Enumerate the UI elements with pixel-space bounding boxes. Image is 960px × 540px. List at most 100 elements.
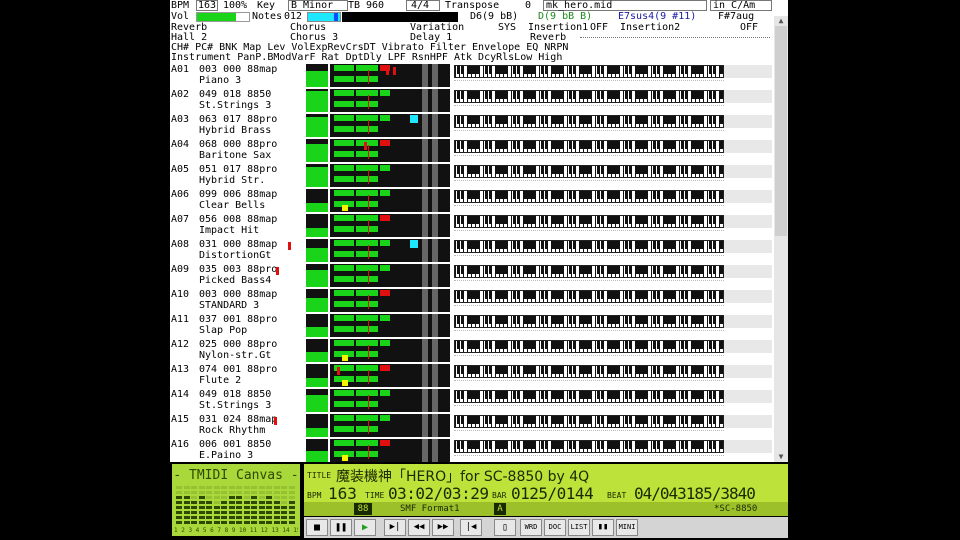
channel-row[interactable]: A02 049 018 8850 St.Strings 3: [170, 88, 788, 113]
level-meter: [306, 214, 328, 237]
keyboard-display: [454, 290, 724, 303]
channel-row[interactable]: A04 068 000 88pro Baritone Sax: [170, 138, 788, 163]
play-button[interactable]: ▶: [354, 519, 376, 536]
canvas-level-segment: [183, 501, 190, 504]
prev-button[interactable]: |◀: [460, 519, 482, 536]
master-volume-meter: [196, 12, 250, 22]
vertical-scrollbar[interactable]: ▲ ▼: [774, 16, 788, 462]
instrument-name: Piano 3: [199, 75, 242, 86]
instrument-name: Baritone Sax: [199, 150, 272, 161]
canvas-level-segment: [273, 501, 280, 504]
doc-button[interactable]: DOC: [544, 519, 566, 536]
next-button[interactable]: ▶|: [384, 519, 406, 536]
canvas-level-segment: [281, 496, 287, 499]
scroll-down-icon[interactable]: ▼: [774, 452, 788, 462]
level-meter: [306, 364, 328, 387]
keyboard-extension: [724, 265, 772, 278]
channel-row[interactable]: A14 049 018 8850 St.Strings 3: [170, 388, 788, 413]
channel-separator: [454, 180, 724, 186]
wrd-button[interactable]: WRD: [520, 519, 542, 536]
list-button[interactable]: LIST: [568, 519, 590, 536]
channel-separator: [454, 105, 724, 111]
canvas-level-segment: [183, 491, 190, 494]
program-bank-map: 037 001 88pro: [199, 314, 278, 325]
meter-button[interactable]: ▮▮: [592, 519, 614, 536]
open-file-button[interactable]: ▯: [494, 519, 516, 536]
instrument-name: St.Strings 3: [199, 400, 272, 411]
channel-number: A16: [171, 439, 190, 450]
level-meter: [306, 414, 328, 437]
keyboard-extension: [724, 140, 772, 153]
channel-row[interactable]: A15 031 024 88map Rock Rhythm: [170, 413, 788, 438]
channel-number: A10: [171, 289, 190, 300]
canvas-level-segment: [273, 491, 280, 494]
channel-row[interactable]: A03 063 017 88pro Hybrid Brass: [170, 113, 788, 138]
level-meter: [306, 389, 328, 412]
pause-button[interactable]: ❚❚: [330, 519, 352, 536]
program-bank-map: 006 001 8850: [199, 439, 272, 450]
rewind-button[interactable]: ◀◀: [408, 519, 430, 536]
channel-row[interactable]: A09 035 003 88pro Picked Bass4: [170, 263, 788, 288]
channel-row[interactable]: A13 074 001 88pro Flute 2: [170, 363, 788, 388]
canvas-level-segment: [206, 521, 212, 524]
parameter-meters: [330, 89, 450, 112]
tb-value: 960: [366, 0, 385, 11]
channel-row[interactable]: A08 031 000 88map DistortionGt: [170, 238, 788, 263]
fast-forward-icon: ▶▶: [437, 522, 449, 532]
column-headers-line2: Instrument PanP.BModVarF Rat DptDly LPF …: [171, 52, 563, 63]
parameter-meters: [330, 139, 450, 162]
bottom-panel: - TMIDI Canvas - 1 2 3 4 5 6 7 8 9 10 11…: [170, 462, 788, 540]
canvas-level-segment: [251, 501, 257, 504]
canvas-level-segment: [288, 516, 295, 519]
channel-row[interactable]: A12 025 000 88pro Nylon-str.Gt: [170, 338, 788, 363]
program-bank-map: 031 024 88map: [199, 414, 278, 425]
channel-row[interactable]: A05 051 017 88pro Hybrid Str.: [170, 163, 788, 188]
scrollbar-thumb[interactable]: [775, 26, 787, 236]
canvas-level-segment: [176, 501, 182, 504]
channel-row[interactable]: A07 056 008 88map Impact Hit: [170, 213, 788, 238]
canvas-level-segment: [176, 486, 182, 489]
fast-forward-button[interactable]: ▶▶: [432, 519, 454, 536]
channel-row[interactable]: A01 003 000 88map Piano 3: [170, 63, 788, 88]
canvas-level-segment: [273, 496, 280, 499]
canvas-level-segment: [251, 486, 257, 489]
canvas-level-segment: [221, 496, 227, 499]
chord-3: E7sus4(9 #11): [618, 11, 697, 22]
canvas-level-segment: [176, 496, 182, 499]
bpm-lcd-value: 163: [328, 484, 357, 503]
canvas-level-segment: [228, 521, 235, 524]
skip-forward-icon: ▶|: [389, 522, 401, 532]
canvas-level-segment: [273, 516, 280, 519]
instrument-name: Slap Pop: [199, 325, 248, 336]
stop-button[interactable]: ■: [306, 519, 328, 536]
canvas-level-segment: [191, 521, 197, 524]
relative-key: in C/Am: [710, 0, 772, 11]
channel-row[interactable]: A06 099 006 88map Clear Bells: [170, 188, 788, 213]
channel-row[interactable]: A11 037 001 88pro Slap Pop: [170, 313, 788, 338]
canvas-level-segment: [176, 506, 182, 509]
channel-number: A06: [171, 189, 190, 200]
canvas-level-segment: [288, 506, 295, 509]
device-name: *SC-8850: [714, 504, 758, 514]
channel-list: A01 003 000 88map Piano 3 A02 049 018 88…: [170, 63, 774, 463]
canvas-level-segment: [236, 506, 242, 509]
canvas-level-segment: [191, 511, 197, 514]
keyboard-extension: [724, 365, 772, 378]
parameter-meters: [330, 414, 450, 437]
canvas-level-segment: [221, 491, 227, 494]
parameter-meters: [330, 314, 450, 337]
level-meter: [306, 264, 328, 287]
filename: mk_hero.mid: [543, 0, 707, 11]
instrument-name: DistortionGt: [199, 250, 272, 261]
pause-icon: ❚❚: [334, 522, 348, 533]
program-bank-map: 035 003 88pro: [199, 264, 278, 275]
keyboard-extension: [724, 415, 772, 428]
channel-row[interactable]: A16 006 001 8850 E.Paino 3: [170, 438, 788, 463]
channel-row[interactable]: A10 003 000 88map STANDARD 3: [170, 288, 788, 313]
keyboard-extension: [724, 90, 772, 103]
instrument-name: Hybrid Brass: [199, 125, 272, 136]
scroll-up-icon[interactable]: ▲: [774, 16, 788, 26]
canvas-level-segment: [206, 496, 212, 499]
mini-button[interactable]: MINI: [616, 519, 638, 536]
keyboard-display: [276, 265, 724, 278]
